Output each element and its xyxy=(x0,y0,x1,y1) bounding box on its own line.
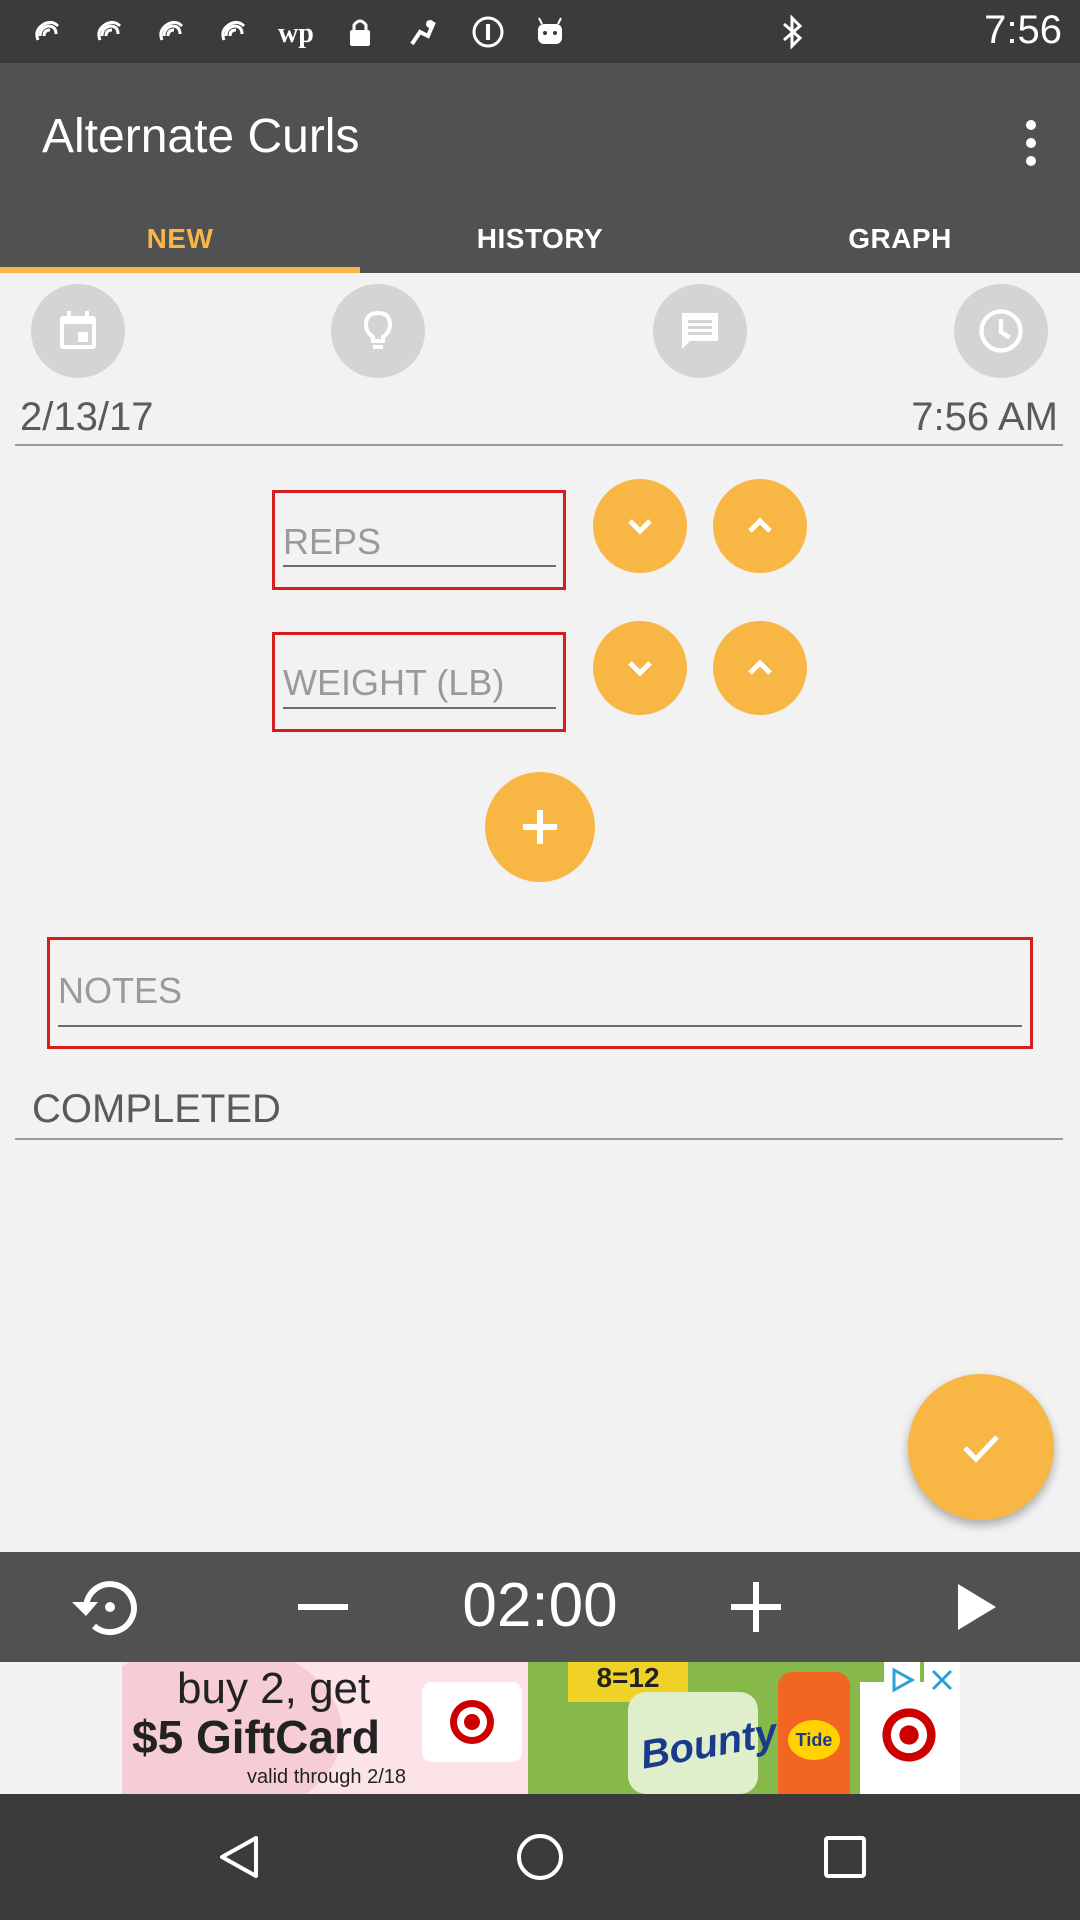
chevron-up-icon xyxy=(748,517,772,533)
tab-history[interactable]: HISTORY xyxy=(360,223,720,271)
chevron-up-icon xyxy=(748,659,772,675)
reps-input[interactable]: REPS xyxy=(283,521,381,563)
calendar-button[interactable] xyxy=(31,284,125,378)
ad-offer: $5 GiftCard xyxy=(132,1711,380,1763)
ad-brand2: Tide xyxy=(788,1720,840,1760)
page-title: Alternate Curls xyxy=(42,110,360,163)
check-icon xyxy=(963,1435,999,1463)
weight-increase-button[interactable] xyxy=(713,621,807,715)
info-icon xyxy=(472,16,504,48)
lock-icon xyxy=(350,19,370,46)
ad-right-panel: 8=12 Bounty Tide xyxy=(528,1662,960,1794)
chevron-down-icon xyxy=(628,661,652,677)
bluetooth-icon xyxy=(783,14,803,50)
tab-indicator xyxy=(0,267,360,273)
weight-decrease-button[interactable] xyxy=(593,621,687,715)
clock-button[interactable] xyxy=(954,284,1048,378)
reps-decrease-button[interactable] xyxy=(593,479,687,573)
status-time: 7:56 xyxy=(984,8,1062,52)
completed-header: COMPLETED xyxy=(32,1087,281,1131)
ad-gift-card xyxy=(422,1682,522,1762)
fitbit-icon xyxy=(159,20,184,41)
comment-icon xyxy=(682,313,718,349)
ad-choices-icon[interactable] xyxy=(884,1662,920,1698)
plus-icon xyxy=(523,810,557,844)
app-bar: Alternate Curls NEW HISTORY GRAPH xyxy=(0,63,1080,273)
save-fab[interactable] xyxy=(908,1374,1054,1520)
comment-button[interactable] xyxy=(653,284,747,378)
back-icon[interactable] xyxy=(214,1832,264,1882)
recents-icon[interactable] xyxy=(822,1834,868,1880)
notes-underline xyxy=(58,1025,1022,1027)
ad-fineprint: valid through 2/18 xyxy=(247,1766,407,1788)
target-logo-icon xyxy=(450,1700,494,1744)
fitbit-icon xyxy=(35,20,60,41)
weight-underline xyxy=(283,707,556,709)
date-time-underline xyxy=(15,444,1063,446)
navigation-bar xyxy=(0,1794,1080,1920)
fitbit-icon xyxy=(221,20,246,41)
home-icon[interactable] xyxy=(515,1832,565,1882)
clock-icon xyxy=(979,309,1023,353)
notes-input[interactable]: NOTES xyxy=(58,970,182,1012)
ad-left-panel: buy 2, get $5 GiftCard valid through 2/1… xyxy=(122,1662,528,1794)
status-bar: wp 7:56 xyxy=(0,0,1080,63)
svg-text:wp: wp xyxy=(278,18,314,49)
tab-new[interactable]: NEW xyxy=(0,223,360,271)
reps-increase-button[interactable] xyxy=(713,479,807,573)
timer-display: 02:00 xyxy=(462,1571,618,1640)
overflow-menu-icon[interactable] xyxy=(1016,113,1046,173)
ad-target-panel xyxy=(860,1682,960,1794)
play-icon[interactable] xyxy=(952,1582,1000,1632)
lightbulb-icon xyxy=(363,310,393,349)
fake-gps-icon xyxy=(410,20,436,46)
chevron-down-icon xyxy=(628,519,652,535)
time-field[interactable]: 7:56 AM xyxy=(911,395,1058,440)
target-logo-icon xyxy=(882,1708,936,1762)
notes-field-highlight xyxy=(47,937,1033,1049)
tip-button[interactable] xyxy=(331,284,425,378)
reps-underline xyxy=(283,565,556,567)
android-icon xyxy=(538,17,562,44)
ad-headline: buy 2, get xyxy=(177,1664,371,1713)
timer-increase-icon[interactable] xyxy=(729,1580,783,1634)
washington-post-icon: wp xyxy=(278,18,314,49)
ad-banner[interactable]: buy 2, get $5 GiftCard valid through 2/1… xyxy=(122,1662,960,1794)
tab-graph[interactable]: GRAPH xyxy=(720,223,1080,271)
ad-detergent-bottle: Tide xyxy=(778,1672,850,1794)
rest-timer-bar: 02:00 xyxy=(0,1552,1080,1662)
add-set-button[interactable] xyxy=(485,772,595,882)
date-field[interactable]: 2/13/17 xyxy=(20,395,153,440)
completed-underline xyxy=(15,1138,1063,1140)
calendar-icon xyxy=(60,311,96,349)
weight-input[interactable]: WEIGHT (LB) xyxy=(283,662,504,704)
fitbit-icon xyxy=(97,20,122,41)
ad-close-icon[interactable] xyxy=(924,1662,960,1698)
